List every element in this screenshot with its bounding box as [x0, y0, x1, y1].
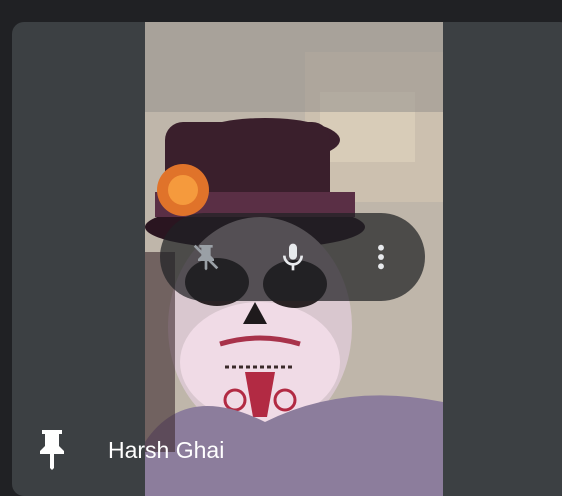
more-vert-icon — [365, 241, 397, 273]
more-options-button[interactable] — [357, 233, 405, 281]
pin-off-icon — [190, 241, 222, 273]
microphone-button[interactable] — [269, 233, 317, 281]
participant-controls — [160, 213, 425, 301]
participant-pin-indicator — [38, 430, 66, 470]
unpin-button[interactable] — [182, 233, 230, 281]
microphone-icon — [277, 241, 309, 273]
participant-name: Harsh Ghai — [108, 437, 225, 463]
pin-icon — [38, 430, 66, 470]
